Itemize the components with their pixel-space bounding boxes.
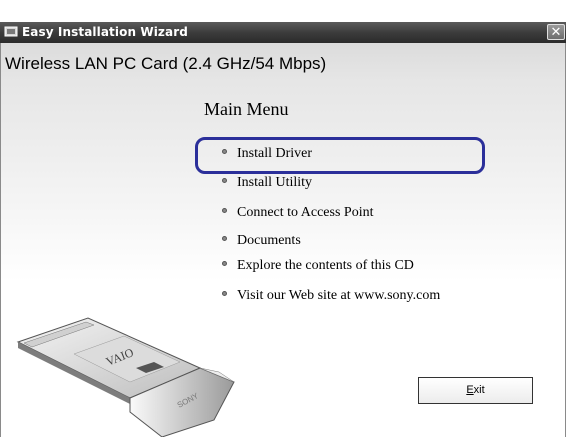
menu-item-install-driver[interactable]: Install Driver xyxy=(222,146,312,162)
menu-item-explore-cd[interactable]: Explore the contents of this CD xyxy=(222,258,414,274)
menu-item-label: Visit our Web site at www.sony.com xyxy=(237,288,441,303)
exit-button-accesskey: E xyxy=(466,384,474,396)
pc-card-image: VAIO SONY xyxy=(16,317,235,437)
bullet-icon xyxy=(222,178,227,184)
bullet-icon xyxy=(222,236,227,242)
menu-item-label: Install Utility xyxy=(237,175,313,190)
menu-item-label: Connect to Access Point xyxy=(237,205,374,220)
close-button[interactable]: ✕ xyxy=(547,24,565,40)
menu-item-label: Documents xyxy=(237,233,301,248)
menu-item-documents[interactable]: Documents xyxy=(222,233,301,249)
menu-item-label: Install Driver xyxy=(237,146,313,161)
window-title: Easy Installation Wizard xyxy=(22,25,188,39)
exit-button-label: xit xyxy=(473,384,485,396)
bullet-icon xyxy=(222,261,227,267)
menu-item-label: Explore the contents of this CD xyxy=(237,258,414,273)
bullet-icon xyxy=(222,149,227,155)
exit-button[interactable]: Exit xyxy=(418,377,533,404)
menu-item-visit-website[interactable]: Visit our Web site at www.sony.com xyxy=(222,288,440,304)
product-name: Wireless LAN PC Card (2.4 GHz/54 Mbps) xyxy=(5,54,327,73)
title-bar: Easy Installation Wizard ✕ xyxy=(0,22,566,43)
bullet-icon xyxy=(222,208,227,214)
menu-item-install-utility[interactable]: Install Utility xyxy=(222,175,312,191)
menu-title: Main Menu xyxy=(204,99,289,119)
menu-item-connect-access-point[interactable]: Connect to Access Point xyxy=(222,205,374,221)
window-app-icon xyxy=(4,26,18,37)
bullet-icon xyxy=(222,291,227,297)
